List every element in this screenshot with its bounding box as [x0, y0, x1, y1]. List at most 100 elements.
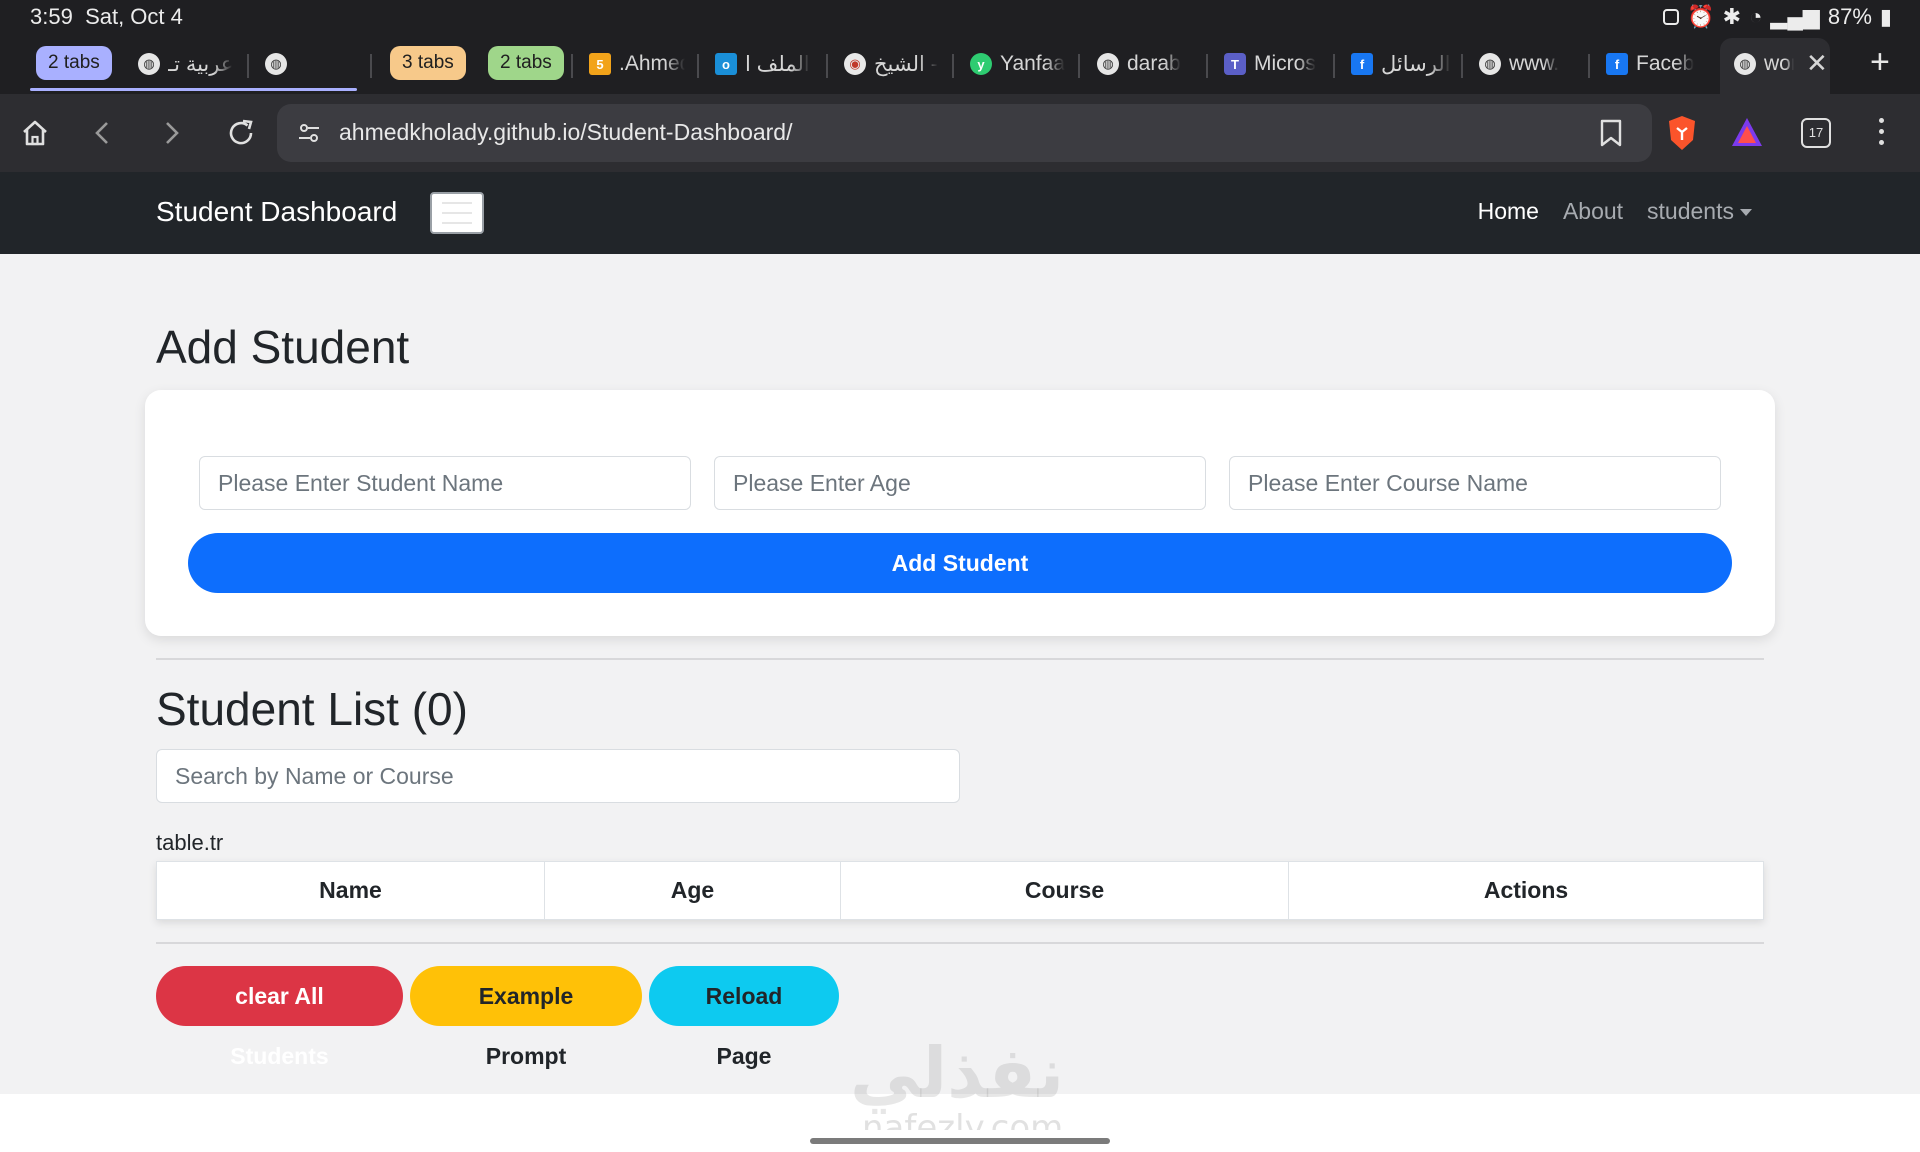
nav-link-home[interactable]: Home: [1478, 198, 1539, 225]
tab-switcher-button[interactable]: 17: [1801, 118, 1831, 148]
tab-title: الشيخ -: [874, 52, 938, 76]
globe-icon: ◍: [138, 53, 160, 75]
tab[interactable]: T Micros: [1224, 46, 1320, 82]
address-bar[interactable]: ahmedkholady.github.io/Student-Dashboard…: [277, 104, 1652, 162]
gesture-home-bar[interactable]: [810, 1138, 1110, 1144]
more-menu-icon[interactable]: [1877, 118, 1885, 148]
tab-separator: [571, 54, 573, 78]
navbar-toggler-button[interactable]: [430, 192, 484, 234]
status-icons: ⏰ ✱ ◔ ▂▄▆ 87% ▮: [1663, 4, 1892, 30]
tab-title: www.: [1509, 52, 1560, 75]
navbar-brand[interactable]: Student Dashboard: [156, 196, 397, 228]
table-caption: table.tr: [156, 830, 224, 855]
tab[interactable]: ◉ الشيخ -: [844, 46, 944, 82]
html5-icon: 5: [589, 53, 611, 75]
tab-title: Faceb: [1636, 52, 1695, 75]
nav-dropdown-label: students: [1647, 198, 1734, 224]
student-name-input[interactable]: [199, 456, 691, 510]
tab-title: الرسائل: [1381, 52, 1451, 76]
tab-title: Micros: [1254, 52, 1316, 75]
tab-title: Yanfaa: [1000, 52, 1065, 75]
column-header-course[interactable]: Course: [840, 861, 1289, 920]
student-age-input[interactable]: [714, 456, 1206, 510]
brave-shields-icon[interactable]: [1665, 114, 1699, 157]
yanfaa-icon: y: [970, 53, 992, 75]
tab-title: .Ahmed: [619, 52, 685, 75]
close-tab-icon[interactable]: ✕: [1806, 48, 1828, 79]
tab-separator: [826, 54, 828, 78]
site-navbar: Student Dashboard Home About students: [0, 172, 1920, 254]
divider: [156, 658, 1764, 660]
tab-group-underline: [30, 88, 357, 91]
outlook-icon: o: [715, 53, 737, 75]
clear-all-students-button[interactable]: clear All Students: [156, 966, 403, 1069]
status-date: Sat, Oct 4: [85, 4, 183, 29]
add-student-heading: Add Student: [156, 321, 410, 373]
tab[interactable]: f Faceb: [1606, 46, 1702, 82]
tab[interactable]: ◍ darab: [1097, 46, 1193, 82]
globe-icon: ◍: [1734, 53, 1756, 75]
tab-separator: [1461, 54, 1463, 78]
student-list-heading: Student List (0): [156, 683, 468, 735]
status-time: 3:59 Sat, Oct 4: [30, 4, 183, 29]
brave-rewards-icon[interactable]: [1730, 116, 1764, 153]
back-icon[interactable]: [84, 114, 122, 152]
nav-dropdown-students[interactable]: students: [1647, 198, 1752, 225]
facebook-icon: f: [1606, 53, 1628, 75]
tab[interactable]: ◍ www.: [1479, 46, 1575, 82]
bluetooth-icon: ✱: [1722, 4, 1742, 29]
tab[interactable]: y Yanfaa: [970, 46, 1066, 82]
tab-strip: 2 tabs ◍ عربية تـ ◍ 3 tabs 2 tabs 5 .Ahm…: [0, 34, 1920, 94]
action-buttons: clear All Students Example Prompt Reload…: [156, 966, 839, 1069]
caret-down-icon: [1740, 209, 1752, 217]
tab[interactable]: ◍: [265, 46, 365, 82]
column-header-name[interactable]: Name: [156, 861, 545, 920]
tab-separator: [952, 54, 954, 78]
tab-title: الملف ا: [745, 52, 810, 76]
column-header-age[interactable]: Age: [544, 861, 841, 920]
tab-group-chip[interactable]: 3 tabs: [390, 46, 466, 80]
battery-level: 87%: [1827, 4, 1872, 29]
navbar-links: Home About students: [1478, 198, 1752, 225]
tab-separator: [1588, 54, 1590, 78]
students-table: Name Age Course Actions: [156, 861, 1764, 920]
search-input[interactable]: [156, 749, 960, 803]
battery-icon: ▮: [1879, 4, 1892, 29]
home-icon[interactable]: [16, 114, 54, 152]
globe-icon: ◍: [1479, 53, 1501, 75]
add-student-button[interactable]: Add Student: [188, 533, 1732, 593]
table-header-row: Name Age Course Actions: [156, 861, 1764, 920]
watermark-logo: نفذلي: [850, 1032, 1065, 1114]
reload-icon[interactable]: [222, 114, 260, 152]
tab-separator: [370, 54, 372, 78]
tab-group-chip[interactable]: 2 tabs: [36, 46, 112, 80]
tab[interactable]: 5 .Ahmed: [589, 46, 685, 82]
status-bar: 3:59 Sat, Oct 4 ⏰ ✱ ◔ ▂▄▆ 87% ▮: [0, 0, 1920, 34]
lock-icon: [1663, 9, 1680, 25]
tab-separator: [1206, 54, 1208, 78]
course-name-input[interactable]: [1229, 456, 1721, 510]
tab[interactable]: f الرسائل: [1351, 46, 1451, 82]
example-prompt-button[interactable]: Example Prompt: [410, 966, 642, 1069]
tab-separator: [1333, 54, 1335, 78]
tab-title: عربية تـ: [168, 52, 234, 76]
tab-group-chip[interactable]: 2 tabs: [488, 46, 564, 80]
tab-active[interactable]: ◍ wor: [1734, 46, 1794, 82]
globe-icon: ◍: [265, 53, 287, 75]
brave-icon: ◉: [844, 53, 866, 75]
forward-icon[interactable]: [152, 114, 190, 152]
new-tab-icon[interactable]: +: [1870, 42, 1890, 82]
tab[interactable]: ◍ عربية تـ: [138, 46, 238, 82]
alarm-icon: ⏰: [1687, 4, 1715, 29]
reload-page-button[interactable]: Reload Page: [649, 966, 839, 1069]
divider: [156, 942, 1764, 944]
bookmark-icon[interactable]: [1598, 118, 1624, 153]
nav-link-about[interactable]: About: [1563, 198, 1623, 225]
tab[interactable]: o الملف ا: [715, 46, 815, 82]
site-settings-icon[interactable]: [297, 121, 321, 150]
tab-title: darab: [1127, 52, 1181, 75]
tab-separator: [1078, 54, 1080, 78]
tab-separator: [697, 54, 699, 78]
url-text[interactable]: ahmedkholady.github.io/Student-Dashboard…: [339, 119, 793, 146]
wifi-icon: ◔: [1749, 4, 1763, 29]
